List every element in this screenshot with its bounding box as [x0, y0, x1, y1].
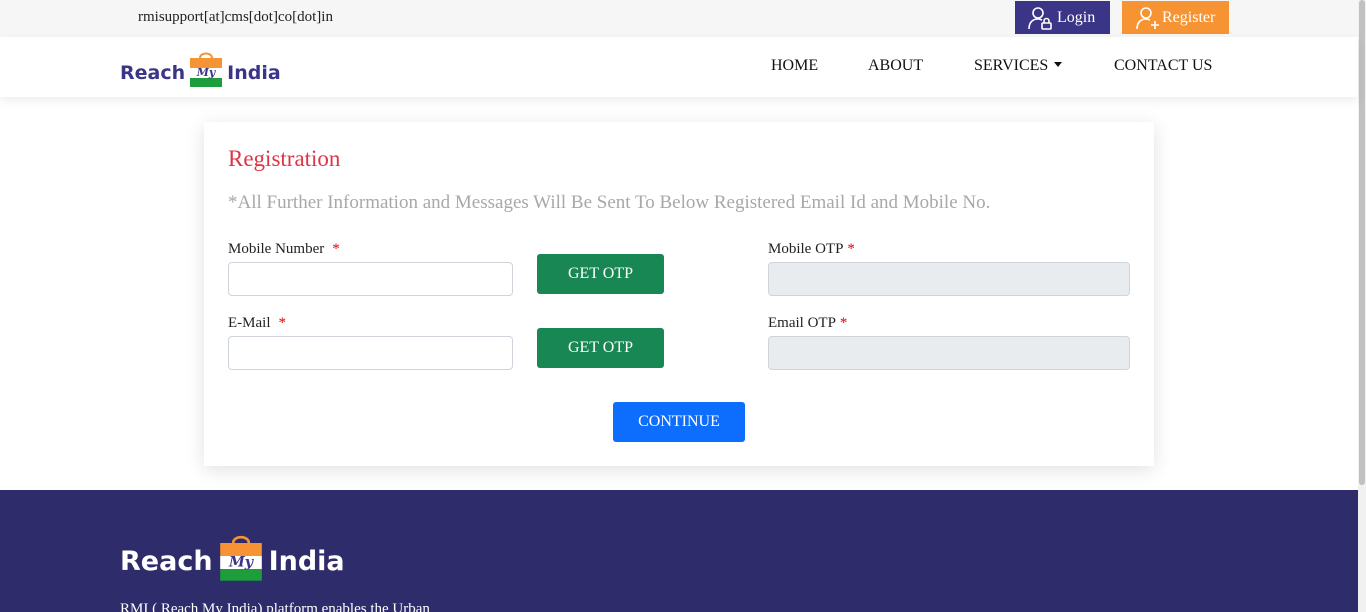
brand-logo[interactable]: Reach My India [120, 48, 281, 88]
mobile-number-input[interactable] [228, 262, 513, 296]
user-plus-icon [1136, 6, 1159, 29]
email-otp-label-text: Email OTP [768, 315, 836, 331]
mobile-get-otp-button[interactable]: GET OTP [537, 254, 664, 294]
user-lock-icon [1028, 6, 1052, 30]
nav-about[interactable]: ABOUT [868, 57, 923, 75]
footer-logo-word-my: My [228, 554, 255, 570]
required-mark: * [847, 241, 855, 257]
support-email: rmisupport[at]cms[dot]co[dot]in [138, 9, 333, 25]
mobile-otp-label: Mobile OTP * [768, 241, 855, 258]
register-label: Register [1162, 8, 1216, 26]
footer-description: RMI ( Reach My India) platform enables t… [120, 601, 430, 612]
registration-note: *All Further Information and Messages Wi… [228, 192, 991, 213]
email-input[interactable] [228, 336, 513, 370]
mobile-number-label: Mobile Number * [228, 241, 340, 258]
logo-word-reach: Reach [120, 62, 186, 84]
mobile-otp-input[interactable] [768, 262, 1130, 296]
registration-card: Registration *All Further Information an… [204, 122, 1154, 466]
logo-word-my: My [196, 66, 217, 79]
email-get-otp-button[interactable]: GET OTP [537, 328, 664, 368]
scrollbar-thumb[interactable] [1359, 0, 1365, 485]
mobile-otp-label-text: Mobile OTP [768, 241, 844, 257]
nav-services[interactable]: SERVICES [974, 57, 1063, 75]
email-label-text: E-Mail [228, 315, 271, 331]
required-mark: * [278, 315, 287, 331]
footer-logo-word-india: India [268, 546, 345, 577]
nav-home[interactable]: HOME [771, 57, 818, 75]
login-button[interactable]: Login [1015, 1, 1110, 34]
required-mark: * [839, 315, 848, 331]
email-label: E-Mail * [228, 315, 286, 332]
shopping-bag-icon: My [187, 48, 225, 88]
continue-button[interactable]: CONTINUE [613, 402, 745, 442]
email-otp-label: Email OTP * [768, 315, 847, 332]
required-mark: * [332, 241, 340, 257]
caret-down-icon [1054, 62, 1063, 68]
page-scrollbar[interactable] [1358, 0, 1366, 612]
footer: Reach My India RMI ( Reach My India) pla… [0, 490, 1358, 612]
mobile-number-label-text: Mobile Number [228, 241, 325, 257]
footer-logo[interactable]: Reach My India [120, 530, 345, 582]
shopping-bag-icon: My [215, 530, 267, 582]
email-otp-input[interactable] [768, 336, 1130, 370]
register-button[interactable]: Register [1122, 1, 1229, 34]
login-label: Login [1057, 8, 1096, 26]
nav-services-label: SERVICES [974, 57, 1049, 74]
footer-logo-word-reach: Reach [120, 546, 213, 577]
top-bar: rmisupport[at]cms[dot]co[dot]in Login Re… [0, 0, 1358, 37]
nav-contact-us[interactable]: CONTACT US [1114, 57, 1212, 75]
logo-word-india: India [227, 62, 281, 84]
main-header: Reach My India HOME ABOUT SERVICES CONTA… [0, 37, 1358, 97]
registration-title: Registration [228, 146, 341, 171]
